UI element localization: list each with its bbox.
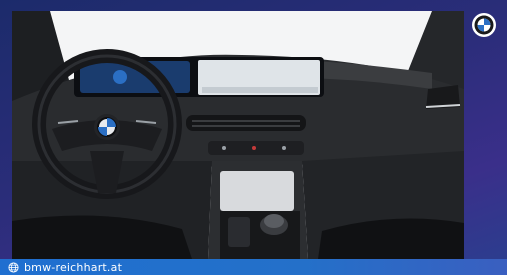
ad-frame: bmw-reichhart.at	[0, 0, 507, 275]
website-link[interactable]: bmw-reichhart.at	[24, 261, 122, 274]
interior-photo	[12, 11, 464, 259]
footer-bar: bmw-reichhart.at	[0, 259, 507, 275]
globe-icon	[8, 261, 19, 273]
car-interior-illustration	[12, 11, 464, 259]
bmw-logo-icon	[471, 12, 497, 38]
